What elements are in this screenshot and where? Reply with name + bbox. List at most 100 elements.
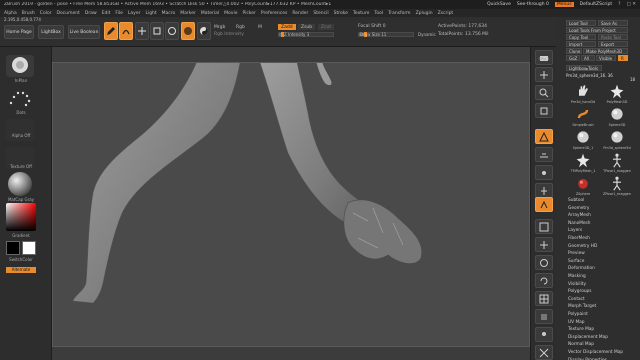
- subpalette-polypaint[interactable]: Polypaint: [568, 312, 588, 317]
- subpalette-texture-map[interactable]: Texture Map: [568, 327, 594, 332]
- subpalette-vector-displacement-map[interactable]: Vector Displacement Map: [568, 350, 623, 355]
- menu-render[interactable]: Render: [292, 11, 308, 16]
- menus-toggle[interactable]: Menus: [554, 2, 574, 7]
- menu-marker[interactable]: Marker: [180, 11, 196, 16]
- window-controls[interactable]: □ ✕: [627, 2, 636, 7]
- move-view-button[interactable]: [535, 237, 553, 252]
- load-tools-from-project-button[interactable]: Load Tools From Project: [566, 27, 628, 33]
- menu-alpha[interactable]: Alpha: [4, 11, 17, 16]
- zadd-button[interactable]: Zadd: [278, 24, 296, 30]
- menu-color[interactable]: Color: [40, 11, 52, 16]
- menu-preferences[interactable]: Preferences: [261, 11, 287, 16]
- import-button[interactable]: Import: [566, 41, 596, 47]
- subpalette-layers[interactable]: Layers: [568, 228, 582, 233]
- floor-button[interactable]: [535, 147, 553, 162]
- subpalette-geometry-hd[interactable]: Geometry HD: [568, 244, 597, 249]
- menu-transform[interactable]: Transform: [388, 11, 410, 16]
- goz-button[interactable]: GoZ: [566, 55, 580, 61]
- home-page-button[interactable]: Home Page: [4, 25, 34, 39]
- tool-thumb-sphere3d[interactable]: Sphere3D: [606, 106, 628, 128]
- subpalette-geometry[interactable]: Geometry: [568, 206, 589, 211]
- goz-all-button[interactable]: All: [581, 55, 595, 61]
- solo-button[interactable]: [535, 327, 553, 342]
- material-swatch-button[interactable]: [181, 22, 195, 40]
- menu-layer[interactable]: Layer: [128, 11, 141, 16]
- save-as-button[interactable]: Save As: [598, 20, 628, 26]
- goz-visible-button[interactable]: Visible: [596, 55, 616, 61]
- brush-selector[interactable]: [6, 55, 34, 77]
- lightbox-button[interactable]: LightBox: [38, 25, 64, 39]
- tool-thumb-sphere3d-1[interactable]: Sphere3D_1: [572, 129, 594, 151]
- subpalette-subtool[interactable]: Subtool: [568, 198, 584, 203]
- dynamic-toggle[interactable]: Dynamic: [418, 32, 436, 37]
- subpalette-fibermesh[interactable]: FiberMesh: [568, 236, 590, 241]
- menu-texture[interactable]: Texture: [353, 11, 369, 16]
- m-toggle[interactable]: M: [258, 25, 262, 30]
- polyf-button[interactable]: [535, 291, 553, 306]
- paste-tool-button[interactable]: Paste Tool: [598, 34, 628, 40]
- quicksave-button[interactable]: QuickSave: [487, 2, 511, 7]
- move-button[interactable]: [135, 22, 149, 40]
- tool-thumb-zsphere[interactable]: ZSphere: [572, 175, 594, 197]
- main-color-swatch[interactable]: [6, 241, 20, 255]
- menu-light[interactable]: Light: [145, 11, 156, 16]
- copy-tool-button[interactable]: Copy Tool: [566, 34, 596, 40]
- rotate-view-button[interactable]: [535, 273, 553, 288]
- viewport-3d[interactable]: [52, 42, 530, 347]
- subpalette-surface[interactable]: Surface: [568, 259, 584, 264]
- zsub-button[interactable]: Zsub: [298, 24, 316, 30]
- subpalette-normal-map[interactable]: Normal Map: [568, 342, 594, 347]
- export-button[interactable]: Export: [598, 41, 628, 47]
- rgb-intensity-slider[interactable]: Rgb Intensity: [214, 32, 244, 37]
- menu-zscript[interactable]: Zscript: [438, 11, 454, 16]
- lsym-button[interactable]: [535, 183, 553, 198]
- subpalette-morph-target[interactable]: Morph Target: [568, 304, 596, 309]
- menu-material[interactable]: Material: [201, 11, 219, 16]
- subpalette-preview[interactable]: Preview: [568, 251, 585, 256]
- goz-r-button[interactable]: R: [618, 55, 628, 61]
- persp-button[interactable]: [535, 129, 553, 144]
- zcut-button[interactable]: Zcut: [318, 24, 335, 30]
- color-picker[interactable]: [6, 203, 36, 231]
- menu-stroke[interactable]: Stroke: [334, 11, 348, 16]
- menu-file[interactable]: File: [115, 11, 123, 16]
- menu-zplugin[interactable]: Zplugin: [416, 11, 433, 16]
- subpalette-uv-map[interactable]: UV Map: [568, 320, 585, 325]
- zoom-button[interactable]: [535, 85, 553, 100]
- tool-thumb-pm3d-sphere3d[interactable]: Pm3d_sphere3d: [603, 129, 631, 151]
- subpalette-masking[interactable]: Masking: [568, 274, 586, 279]
- menu-movie[interactable]: Movie: [224, 11, 237, 16]
- switch-color-label[interactable]: SwitchColor: [6, 257, 36, 262]
- xpose-button[interactable]: [535, 345, 553, 360]
- mrgb-toggle[interactable]: Mrgb: [214, 25, 225, 30]
- subpalette-visibility[interactable]: Visibility: [568, 282, 586, 287]
- default-zscript-button[interactable]: DefaultZScript: [580, 2, 613, 7]
- menu-brush[interactable]: Brush: [22, 11, 35, 16]
- rgb-toggle[interactable]: Rgb: [236, 25, 245, 30]
- menu-edit[interactable]: Edit: [102, 11, 111, 16]
- subpalette-displacement-map[interactable]: Displacement Map: [568, 335, 608, 340]
- menu-draw[interactable]: Draw: [85, 11, 97, 16]
- menu-macro[interactable]: Macro: [162, 11, 176, 16]
- tool-thumb-tmpolymesh-1[interactable]: TMPolyMesh_1: [571, 152, 595, 174]
- edit-button[interactable]: [104, 22, 118, 40]
- help-icon[interactable]: ?: [618, 2, 620, 7]
- see-through-slider[interactable]: See-through 0: [517, 2, 549, 7]
- secondary-color-swatch[interactable]: [22, 241, 36, 255]
- rotate-button[interactable]: [165, 22, 179, 40]
- menu-picker[interactable]: Picker: [242, 11, 255, 16]
- lightbox-tools-button[interactable]: Lightbox▸Tools: [566, 65, 602, 71]
- tool-thumb-simplebrush[interactable]: SimpleBrush: [572, 106, 594, 128]
- load-tool-button[interactable]: Load Tool: [566, 20, 596, 26]
- menu-document[interactable]: Document: [57, 11, 80, 16]
- menu-tool[interactable]: Tool: [374, 11, 383, 16]
- scroll-button[interactable]: [535, 67, 553, 82]
- subpalette-arraymesh[interactable]: ArrayMesh: [568, 213, 591, 218]
- zoom3d-button[interactable]: [535, 255, 553, 270]
- tool-thumb-pm3d-hand3d[interactable]: Pm3d_hand3d: [571, 83, 595, 105]
- xyz-button[interactable]: [535, 197, 553, 212]
- menu-stencil[interactable]: Stencil: [313, 11, 328, 16]
- subpalette-polygroups[interactable]: Polygroups: [568, 289, 592, 294]
- make-polymesh3d-button[interactable]: Make PolyMesh3D: [583, 48, 628, 54]
- local-button[interactable]: [535, 165, 553, 180]
